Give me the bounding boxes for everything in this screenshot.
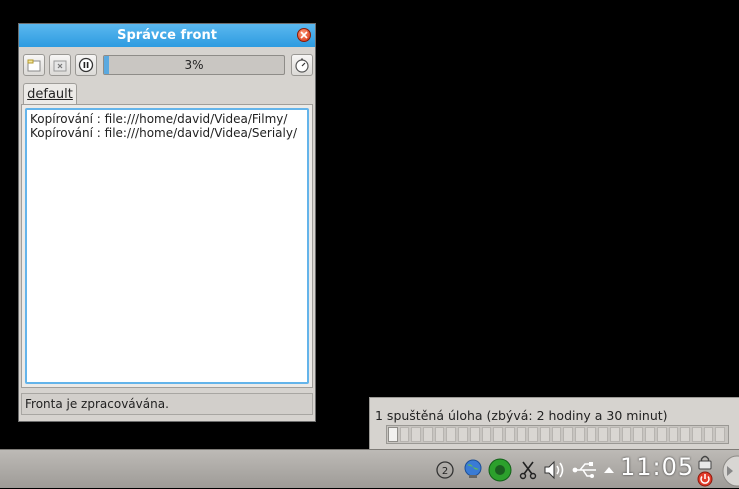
job-progress-segment [656,427,667,442]
job-progress-bar [386,425,729,444]
job-progress-segment [434,427,445,442]
job-progress-popup[interactable]: 1 spuštěná úloha (zbývá: 2 hodiny a 30 m… [369,397,739,449]
job-progress-segment [703,427,714,442]
pause-button[interactable] [75,54,97,76]
job-progress-segment [633,427,644,442]
title-bar[interactable]: Správce front [19,24,315,47]
job-progress-segment [399,427,410,442]
job-progress-segment [516,427,527,442]
job-progress-segment [680,427,690,442]
new-queue-button[interactable] [23,54,45,76]
job-progress-label: 1 spuštěná úloha (zbývá: 2 hodiny a 30 m… [375,408,668,423]
job-progress-segment [610,427,620,442]
status-text: Fronta je zpracovávána. [25,397,169,411]
new-tab-icon [27,59,41,72]
klipper-icon[interactable]: 2 [435,460,455,480]
queue-progress-fill [104,56,110,74]
close-icon [300,31,308,39]
window-title: Správce front [117,28,217,43]
lock-icon[interactable] [697,454,713,470]
job-progress-segment [423,427,433,442]
job-progress-segment [575,427,585,442]
stopwatch-icon [295,58,309,73]
list-item[interactable]: Kopírování : file:///home/david/Videa/Fi… [30,112,304,126]
volume-icon[interactable] [543,459,567,481]
tab-default[interactable]: default [23,83,77,105]
job-progress-segment [563,427,573,442]
power-icon[interactable] [697,471,713,487]
close-tab-icon [53,60,67,72]
job-progress-segment [411,427,422,442]
status-bar: Fronta je zpracovávána. [21,393,313,415]
job-progress-segment [493,427,503,442]
job-progress-segment [469,427,480,442]
job-progress-segment [504,427,515,442]
tray-expand-arrow-icon[interactable] [603,466,615,474]
logout-icon[interactable] [719,454,739,488]
job-progress-segment [586,427,597,442]
job-progress-segment [668,427,679,442]
update-status-icon[interactable] [488,458,512,482]
job-progress-segment [691,427,702,442]
job-progress-segment [598,427,609,442]
job-progress-segment [388,427,398,442]
job-progress-segment [551,427,562,442]
pause-icon [78,57,94,73]
clock[interactable]: 11:05 [620,453,694,481]
speed-limit-button[interactable] [291,54,313,76]
remove-queue-button[interactable] [49,54,71,76]
job-progress-segment [528,427,538,442]
taskbar: 2 11:05 [0,449,739,488]
queue-progress-bar: 3% [103,55,285,75]
list-item[interactable]: Kopírování : file:///home/david/Videa/Se… [30,126,304,140]
job-progress-segment [446,427,457,442]
toolbar: 3% [23,54,313,76]
queue-manager-window: Správce front 3% default Kopírování: fi… [18,23,316,422]
queue-progress-label: 3% [184,58,204,72]
job-progress-segment [645,427,655,442]
usb-device-icon[interactable] [572,461,598,479]
close-button[interactable] [297,28,311,42]
tab-default-label: default [27,87,73,102]
job-progress-segment [539,427,550,442]
job-progress-segment [458,427,468,442]
queue-list[interactable]: Kopírování : file:///home/david/Videa/Fi… [25,108,309,384]
job-progress-segment [715,427,725,442]
job-progress-segment [621,427,632,442]
tab-panel: Kopírování : file:///home/david/Videa/Fi… [21,104,313,388]
scissors-icon[interactable] [519,460,537,480]
job-progress-segment [481,427,492,442]
network-globe-icon[interactable] [462,458,484,480]
tray-badge-number: 2 [442,466,448,477]
